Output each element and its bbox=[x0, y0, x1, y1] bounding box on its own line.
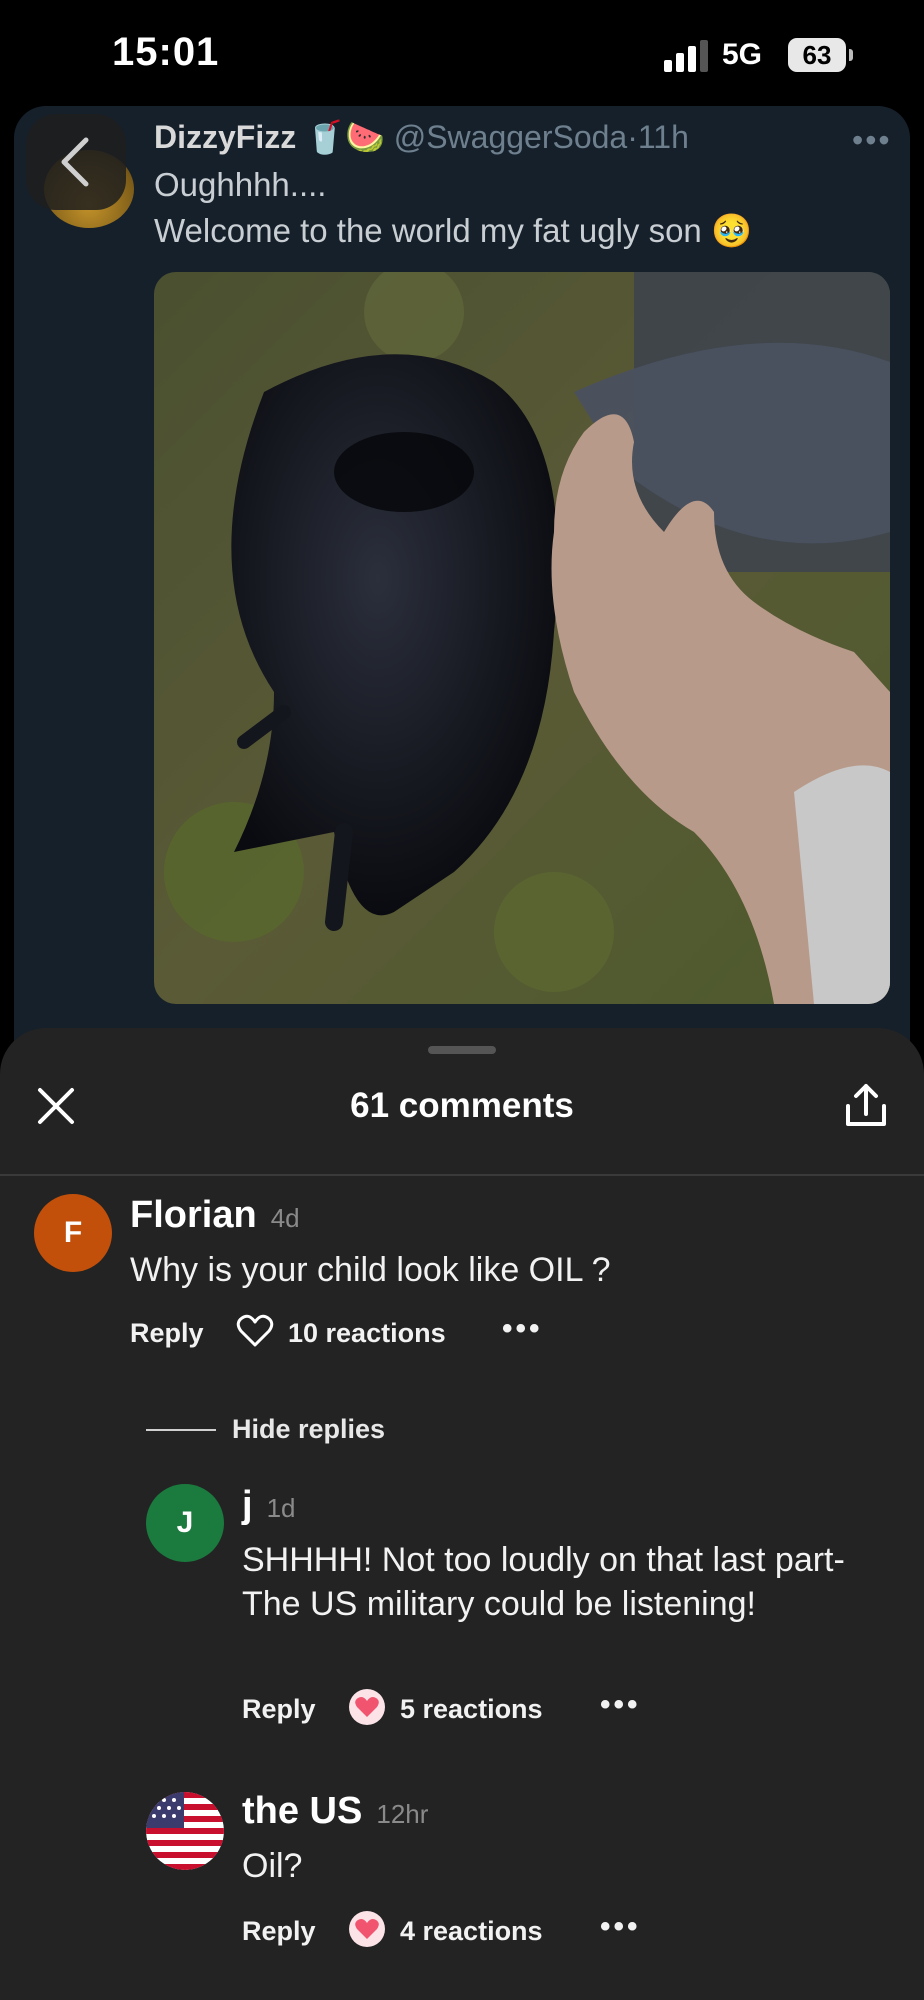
comment-actions: Reply 5 reactions ••• bbox=[242, 1688, 882, 1728]
hide-replies-label: Hide replies bbox=[232, 1414, 386, 1444]
tweet-text: Welcome to the world my fat ugly son bbox=[154, 212, 702, 249]
tweet-dot: · bbox=[627, 119, 638, 155]
avatar-letter: J bbox=[176, 1506, 194, 1539]
comment-text: Oil? bbox=[242, 1847, 303, 1885]
tweet-text-line1: Oughhhh.... bbox=[154, 166, 327, 203]
reply-button[interactable]: Reply bbox=[242, 1694, 316, 1725]
comments-count-title: 61 comments bbox=[350, 1086, 574, 1125]
avatar[interactable]: J bbox=[146, 1484, 224, 1562]
comment-author-name: the US bbox=[242, 1790, 363, 1832]
more-icon[interactable]: ••• bbox=[502, 1312, 543, 1346]
heart-outline-icon[interactable] bbox=[236, 1312, 274, 1350]
tweet-author-name: DizzyFizz bbox=[154, 119, 297, 155]
tweet-header: DizzyFizz 🥤🍉 @SwaggerSoda·11h bbox=[154, 118, 689, 156]
comment-author-name: j bbox=[242, 1484, 253, 1526]
sheet-grabber[interactable] bbox=[428, 1046, 496, 1054]
tweet-text-line2: Welcome to the world my fat ugly son 🥹 bbox=[154, 212, 752, 251]
hide-replies-line bbox=[146, 1429, 216, 1431]
tweet-age: 11h bbox=[637, 119, 689, 155]
avatar[interactable]: F bbox=[34, 1194, 112, 1272]
tweet-emoji: 🥹 bbox=[710, 212, 753, 249]
status-bar: 15:01 5G 63 bbox=[0, 0, 924, 106]
share-icon[interactable] bbox=[842, 1080, 890, 1130]
comment-actions: Reply 10 reactions ••• bbox=[130, 1312, 830, 1352]
avatar-letter: F bbox=[63, 1216, 83, 1249]
comment-text: Why is your child look like OIL ? bbox=[130, 1251, 611, 1289]
reactions-count[interactable]: 5 reactions bbox=[400, 1694, 543, 1725]
comment-author[interactable]: the US 12hr bbox=[242, 1790, 428, 1833]
comment-author[interactable]: Florian 4d bbox=[130, 1194, 300, 1237]
reply-button[interactable]: Reply bbox=[242, 1916, 316, 1947]
comment-time: 12hr bbox=[376, 1799, 429, 1829]
comment-actions: Reply 4 reactions ••• bbox=[242, 1910, 882, 1950]
comment-author-name: Florian bbox=[130, 1194, 257, 1236]
comment-text: SHHHH! Not too loudly on that last part-… bbox=[242, 1541, 845, 1623]
status-time: 15:01 bbox=[112, 30, 220, 74]
tweet-image[interactable] bbox=[154, 272, 890, 1004]
reactions-count[interactable]: 10 reactions bbox=[288, 1318, 446, 1349]
reactions-count[interactable]: 4 reactions bbox=[400, 1916, 543, 1947]
more-icon[interactable]: ••• bbox=[600, 1910, 641, 1944]
battery-icon: 63 bbox=[788, 38, 846, 72]
more-icon[interactable]: ••• bbox=[600, 1688, 641, 1722]
tweet-more-icon[interactable]: ••• bbox=[852, 122, 892, 159]
back-button[interactable] bbox=[26, 114, 126, 210]
heart-reaction-icon[interactable] bbox=[348, 1688, 386, 1726]
tweet-handle: @SwaggerSoda bbox=[393, 119, 628, 155]
sheet-divider bbox=[0, 1174, 924, 1176]
tweet-name-emoji: 🥤🍉 bbox=[305, 119, 385, 155]
network-label: 5G bbox=[722, 38, 763, 71]
back-icon bbox=[61, 137, 89, 187]
battery-level: 63 bbox=[802, 40, 832, 70]
slug-photo bbox=[154, 272, 890, 1004]
comment-time: 1d bbox=[266, 1493, 296, 1523]
us-flag-icon[interactable] bbox=[146, 1792, 224, 1870]
comment-author[interactable]: j 1d bbox=[242, 1484, 295, 1527]
comment-time: 4d bbox=[270, 1203, 300, 1233]
battery-nub bbox=[849, 49, 853, 61]
reply-button[interactable]: Reply bbox=[130, 1318, 204, 1349]
signal-icon bbox=[664, 40, 708, 72]
heart-reaction-icon[interactable] bbox=[348, 1910, 386, 1948]
